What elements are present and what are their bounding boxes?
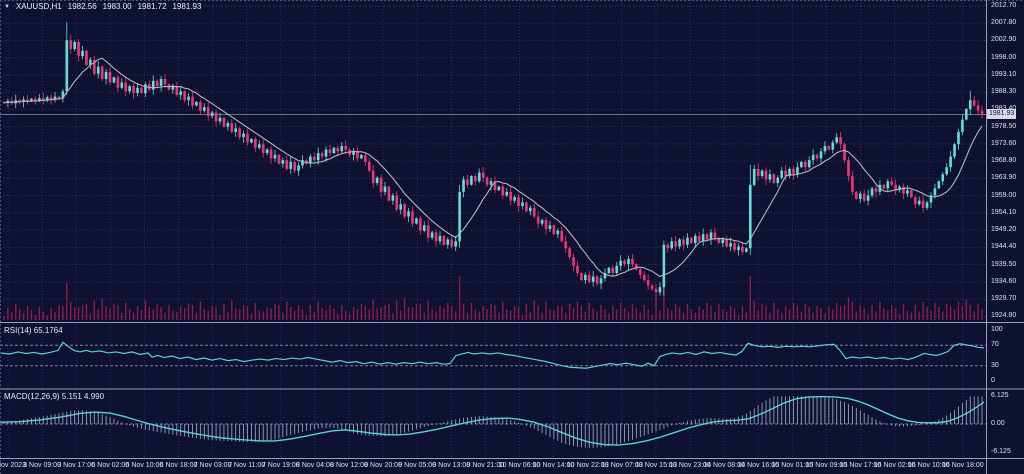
price-axis-label: 1978.50 (991, 123, 1016, 130)
macd-label: MACD(12,26,9) 5.151 4.990 (4, 392, 104, 401)
chevron-down-icon[interactable]: ▼ (4, 4, 10, 10)
time-axis-label: 16 Nov 18:00 (939, 462, 987, 469)
macd-axis-label: 6.125 (991, 392, 1009, 399)
price-axis-label: 2002.90 (991, 36, 1016, 43)
rsi-axis-label: 0 (991, 377, 995, 384)
open-value: 1982.56 (68, 2, 97, 11)
price-axis-label: 1924.80 (991, 312, 1016, 319)
symbol-ohlc-header: ▼ XAUUSD,H1 1982.56 1983.00 1981.72 1981… (4, 2, 201, 11)
price-axis-label: 1998.00 (991, 54, 1016, 61)
rsi-axis-label: 100 (991, 326, 1003, 333)
rsi-label: RSI(14) 65.1764 (4, 326, 63, 335)
price-axis-label: 1988.30 (991, 88, 1016, 95)
price-axis-label: 1944.40 (991, 243, 1016, 250)
macd-axis-label: -6.125 (991, 448, 1011, 455)
main-chart-panel[interactable] (0, 0, 986, 322)
price-axis-label: 1959.00 (991, 192, 1016, 199)
price-axis-label: 1954.10 (991, 209, 1016, 216)
trading-chart-window: ▼ XAUUSD,H1 1982.56 1983.00 1981.72 1981… (0, 0, 1024, 474)
price-axis-label: 1929.70 (991, 295, 1016, 302)
price-axis-label: 1949.20 (991, 226, 1016, 233)
price-axis-label: 1963.90 (991, 174, 1016, 181)
price-axis-label: 2012.70 (991, 2, 1016, 9)
current-price-tag: 1981.93 (987, 109, 1016, 119)
rsi-panel[interactable] (0, 324, 986, 388)
price-axis-label: 2007.80 (991, 19, 1016, 26)
low-value: 1981.72 (138, 2, 167, 11)
macd-axis-label: 0.00 (991, 420, 1005, 427)
price-axis-label: 1939.50 (991, 261, 1016, 268)
rsi-axis-label: 70 (991, 341, 999, 348)
panel-separator[interactable] (0, 387, 1024, 391)
panel-separator[interactable] (0, 321, 1024, 325)
macd-panel[interactable] (0, 390, 986, 458)
close-value: 1981.93 (173, 2, 202, 11)
price-axis-label: 1993.10 (991, 71, 1016, 78)
price-axis-label: 1934.60 (991, 278, 1016, 285)
high-value: 1983.00 (103, 2, 132, 11)
rsi-axis-label: 30 (991, 362, 999, 369)
price-axis-label: 1968.80 (991, 157, 1016, 164)
symbol-timeframe-label: XAUUSD,H1 (16, 2, 62, 11)
price-axis-label: 1973.60 (991, 140, 1016, 147)
